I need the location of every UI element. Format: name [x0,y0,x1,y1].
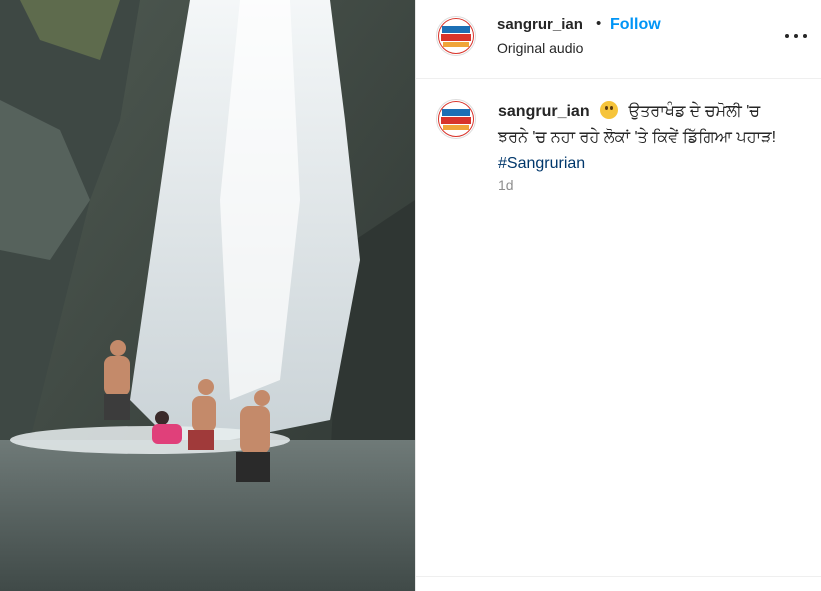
avatar[interactable] [436,16,476,56]
post-header: sangrur_ian • Follow Original audio [416,0,821,79]
post-timestamp[interactable]: 1d [498,177,514,193]
caption-text-block: sangrur_ian ਉਤਰਾਖੰਡ ਦੇ ਚਮੋਲੀ 'ਚ ਝਰਨੇ 'ਚ … [498,99,788,177]
caption-username[interactable]: sangrur_ian [498,103,590,120]
post-video[interactable] [0,0,415,591]
waterfall-video-frame [0,0,415,591]
header-username[interactable]: sangrur_ian [497,16,583,33]
sangrurian-logo-icon [438,101,474,137]
more-options-icon[interactable] [785,26,807,46]
post-details-panel: sangrur_ian • Follow Original audio sang… [415,0,821,591]
follow-button[interactable]: Follow [610,16,661,34]
hashtag-link[interactable]: #Sangrurian [498,155,585,172]
separator-dot: • [596,15,602,32]
sangrurian-logo-icon [438,18,474,54]
avatar[interactable] [436,99,476,139]
original-audio-link[interactable]: Original audio [497,40,583,56]
divider [416,576,821,577]
flushed-face-emoji-icon [600,101,619,119]
